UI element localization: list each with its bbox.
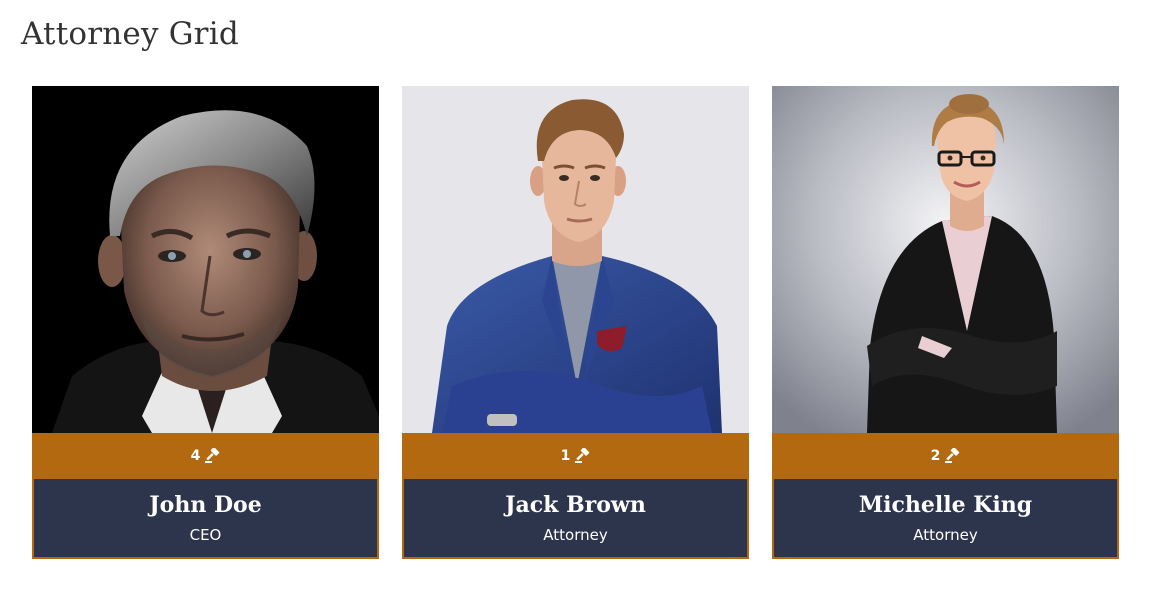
cases-count-bar: 1: [402, 433, 749, 478]
attorney-card[interactable]: 1 Jack Brown Attorney: [402, 86, 749, 559]
attorney-role: CEO: [189, 526, 222, 544]
attorney-photo[interactable]: [32, 86, 379, 433]
attorney-name[interactable]: John Doe: [34, 488, 377, 522]
attorney-card[interactable]: 4 John Doe CEO: [32, 86, 379, 559]
attorney-info: Michelle King Attorney: [772, 478, 1119, 559]
attorney-info: Jack Brown Attorney: [402, 478, 749, 559]
attorney-grid: 4 John Doe CEO 1 Jack Brown Attorney 2 M…: [32, 86, 1119, 559]
cases-count: 4: [190, 447, 201, 464]
attorney-name[interactable]: Jack Brown: [404, 488, 747, 522]
attorney-role: Attorney: [543, 526, 608, 544]
cases-count: 2: [930, 447, 941, 464]
attorney-photo[interactable]: [402, 86, 749, 433]
gavel-icon: [574, 447, 590, 464]
attorney-role: Attorney: [913, 526, 978, 544]
attorney-photo[interactable]: [772, 86, 1119, 433]
cases-count: 1: [560, 447, 571, 464]
attorney-name[interactable]: Michelle King: [774, 488, 1117, 522]
attorney-info: John Doe CEO: [32, 478, 379, 559]
page-title: Attorney Grid: [21, 16, 239, 52]
cases-count-bar: 4: [32, 433, 379, 478]
gavel-icon: [944, 447, 960, 464]
gavel-icon: [204, 447, 220, 464]
cases-count-bar: 2: [772, 433, 1119, 478]
attorney-card[interactable]: 2 Michelle King Attorney: [772, 86, 1119, 559]
